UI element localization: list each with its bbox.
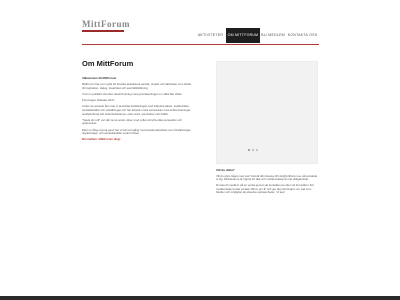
- slider-dot[interactable]: [252, 149, 254, 151]
- header-divider: [82, 44, 319, 45]
- footer-bar: [0, 296, 400, 300]
- sidebar-participate: Vill du delta? Vill du göra något med os…: [216, 168, 318, 198]
- body-paragraph: "Spela din roll" var vårt tema under vår…: [82, 117, 182, 126]
- slider-pagination: [248, 149, 258, 151]
- main-content: Välkommen till MittForum MittForum har s…: [82, 76, 194, 144]
- become-member-link[interactable]: Bli medlem i MittForum idag!: [82, 138, 194, 142]
- body-paragraph: Under de senaste åren har vi anordnat fö…: [82, 104, 191, 116]
- nav-item-bli-medlem[interactable]: BLI MEDLEM: [260, 28, 286, 43]
- nav-item-kontakta-oss[interactable]: KONTAKTA OSS: [286, 28, 319, 43]
- intro-heading: Välkommen till MittForum: [82, 76, 117, 80]
- nav-item-om-mittforum[interactable]: OM MITTFORUM: [226, 28, 260, 43]
- sidebar-title: Vill du delta?: [216, 168, 235, 172]
- body-paragraph: Föreningen bildades 2017.: [82, 98, 116, 103]
- body-paragraph: Efter en lång corona-paus har vi kommit …: [82, 127, 192, 136]
- sidebar-paragraph: Du kan bli medlem på en vecka genom att …: [216, 183, 314, 195]
- body-paragraph: MittForum har som syfte att försöka aktu…: [82, 82, 192, 90]
- page-title: Om MittForum: [82, 59, 134, 68]
- slider-dot[interactable]: [256, 149, 258, 151]
- main-navigation: AKTIVITETER OM MITTFORUM BLI MEDLEM KONT…: [0, 28, 400, 43]
- image-slider[interactable]: [216, 61, 318, 164]
- body-paragraph: Vi är en politiskt obunden ideell föreni…: [82, 91, 183, 96]
- nav-item-aktiviteter[interactable]: AKTIVITETER: [195, 28, 226, 43]
- slider-dot[interactable]: [248, 149, 250, 151]
- sidebar-paragraph: Vill du göra något med oss? Anmäl ditt i…: [216, 173, 318, 182]
